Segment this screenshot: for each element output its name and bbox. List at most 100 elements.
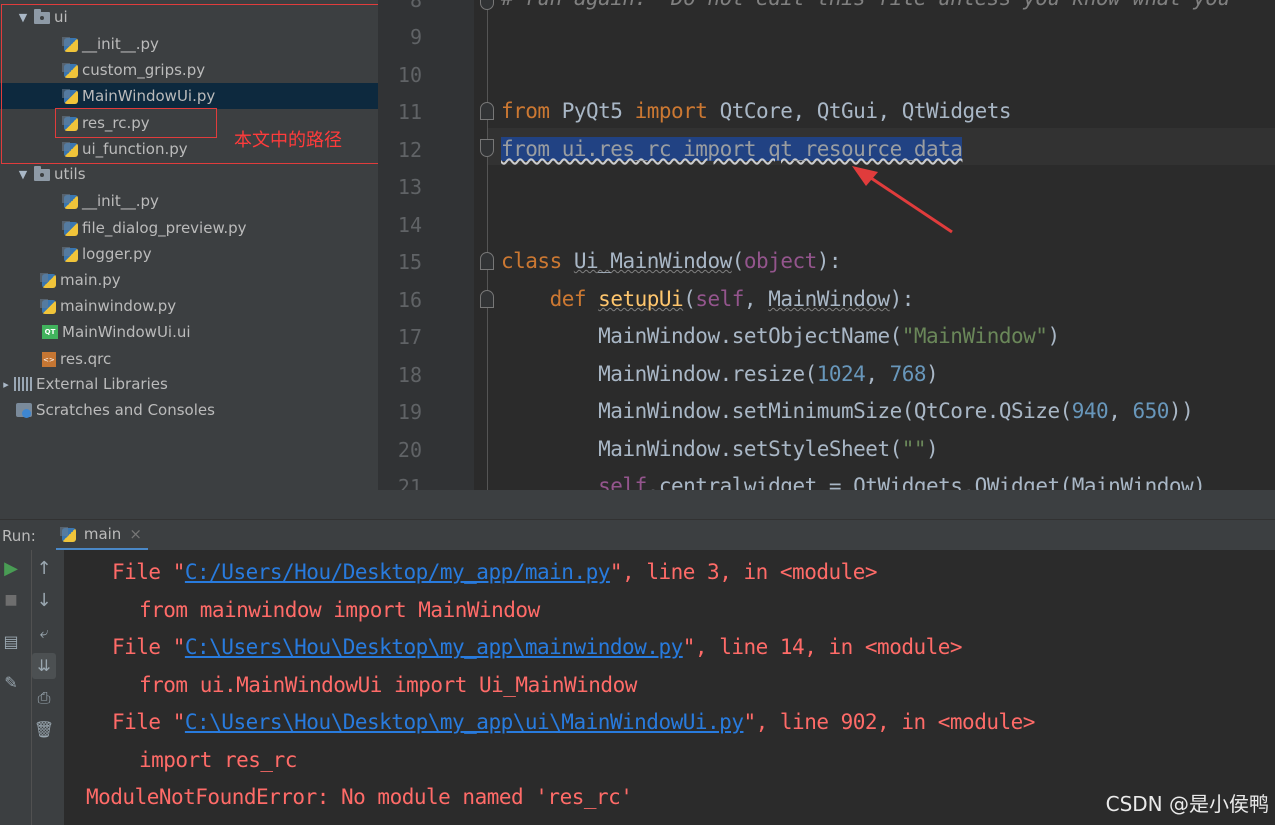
code-token: ( [683, 287, 696, 311]
watermark: CSDN @是小侯鸭 [1105, 792, 1269, 816]
file-link[interactable]: C:\Users\Hou\Desktop\my_app\ui\MainWindo… [185, 710, 744, 734]
self-token: self [598, 474, 647, 490]
code-line-11: from PyQt5 import QtCore, QtGui, QtWidge… [501, 99, 1012, 123]
tree-item-label: main.py [60, 271, 121, 289]
scroll-to-end-icon[interactable]: ⇊ [32, 653, 56, 679]
line-number: 21 [397, 475, 422, 490]
python-file-icon [40, 298, 56, 314]
close-tab-icon[interactable]: × [129, 525, 142, 543]
pin-icon[interactable]: ✎ [0, 673, 22, 692]
project-tree: ▼ ui __init__.py custom_grips.py MainWin… [0, 0, 378, 519]
run-toolbar: ▶ ■ ▤ ✎ ↑ ↓ ⤶ ⇊ ⎙ 🗑 [0, 550, 64, 825]
code-token: MainWindow.setMinimumSize(QtCore.QSize( [598, 399, 1072, 423]
code-token: , [865, 362, 890, 386]
tree-item-utils-init[interactable]: __init__.py [0, 188, 378, 214]
fold-marker-icon[interactable] [480, 139, 494, 157]
code-token: ) [926, 437, 939, 461]
up-arrow-icon[interactable]: ↑ [33, 558, 55, 579]
tree-item-mainwindowui-ui[interactable]: QT MainWindowUi.ui [0, 319, 378, 345]
annotation-box-res-rc [55, 108, 217, 138]
code-line-18: MainWindow.resize(1024, 768) [501, 362, 939, 386]
number: 650 [1132, 399, 1169, 423]
code-token: ) [926, 362, 939, 386]
code-token: ) [1047, 324, 1060, 348]
run-tab-main[interactable]: main × [55, 520, 148, 551]
tree-item-file-dialog-preview[interactable]: file_dialog_preview.py [0, 215, 378, 241]
expand-arrow-icon[interactable]: ▼ [16, 168, 30, 181]
line-number: 10 [397, 63, 422, 87]
run-tool-window-bar: Run: main × [0, 519, 1275, 551]
tree-item-res-qrc[interactable]: res.qrc [0, 346, 378, 372]
python-file-icon [62, 246, 78, 262]
layout-icon[interactable]: ▤ [0, 632, 22, 651]
fold-marker-icon[interactable] [480, 0, 494, 10]
folder-icon [34, 166, 50, 181]
error-line: ModuleNotFoundError: No module named 're… [86, 785, 633, 809]
fold-marker-icon[interactable] [480, 252, 494, 270]
line-number: 16 [397, 288, 422, 312]
code-line-16: def setupUi(self, MainWindow): [501, 287, 915, 311]
stop-icon[interactable]: ■ [0, 592, 22, 608]
soft-wrap-icon[interactable]: ⤶ [33, 623, 55, 643]
keyword: import [634, 99, 708, 123]
library-icon [14, 377, 32, 391]
console-text: " [743, 710, 756, 734]
gutter-border [487, 0, 488, 490]
keyword: from [501, 99, 550, 123]
tree-item-label: utils [54, 165, 86, 183]
fold-marker-icon[interactable] [480, 102, 494, 120]
code-editor[interactable]: 8 9 10 11 12 13 14 15 16 17 18 19 20 21 … [378, 0, 1275, 490]
tree-item-label: MainWindowUi.ui [62, 323, 191, 341]
number: 940 [1071, 399, 1109, 423]
print-icon[interactable]: ⎙ [33, 688, 55, 708]
toolbar-divider [31, 550, 32, 825]
function-name: setupUi [598, 287, 684, 311]
console-text: , line 3, in <module> [622, 560, 878, 584]
tree-item-label: file_dialog_preview.py [82, 219, 247, 237]
code-token: QtCore, QtGui, QtWidgets [707, 99, 1012, 123]
code-line-8: # run again. Do not edit this file unles… [501, 0, 1230, 10]
tree-item-mainwindow[interactable]: mainwindow.py [0, 293, 378, 319]
python-file-icon [59, 526, 76, 542]
trash-icon[interactable]: 🗑 [33, 720, 55, 739]
tree-item-label: __init__.py [82, 192, 159, 210]
console-text: File [112, 710, 173, 734]
line-number: 13 [397, 175, 422, 199]
python-file-icon [62, 220, 78, 236]
console-line: from mainwindow import MainWindow [139, 598, 540, 622]
rerun-icon[interactable]: ▶ [0, 558, 22, 579]
line-number: 19 [397, 400, 422, 424]
collapsed-arrow-icon[interactable]: ▸ [0, 378, 12, 391]
console-text: File [112, 635, 173, 659]
console-text: " [172, 560, 186, 584]
tree-item-external-libraries[interactable]: ▸ External Libraries [0, 371, 378, 397]
python-file-icon [62, 193, 78, 209]
fold-marker-icon[interactable] [480, 290, 494, 308]
keyword: class [501, 249, 562, 273]
code-line-15: class Ui_MainWindow(object): [501, 249, 842, 273]
console-line: File "C:\Users\Hou\Desktop\my_app\mainwi… [112, 635, 963, 659]
tree-item-scratches[interactable]: Scratches and Consoles [0, 397, 378, 423]
editor-horizontal-scrollbar[interactable] [378, 490, 1275, 519]
code-token: .centralwidget = QtWidgets.QWidget(MainW… [646, 474, 1206, 490]
line-number: 9 [409, 25, 422, 49]
string: "MainWindow" [901, 324, 1048, 348]
line-number: 20 [397, 438, 422, 462]
file-link[interactable]: C:/Users/Hou/Desktop/my_app/main.py [185, 560, 611, 584]
code-line-12: from ui.res_rc import qt_resource_data [501, 137, 963, 161]
console-line: import res_rc [139, 748, 297, 772]
console-text: " [172, 710, 186, 734]
class-name: Ui_MainWindow [573, 249, 732, 273]
code-token: , [743, 287, 769, 311]
file-link[interactable]: C:\Users\Hou\Desktop\my_app\mainwindow.p… [185, 635, 683, 659]
tree-folder-utils[interactable]: ▼ utils [0, 161, 378, 187]
console-line: from ui.MainWindowUi import Ui_MainWindo… [139, 673, 637, 697]
console-text: , line 902, in <module> [755, 710, 1036, 734]
console-text: " [609, 560, 623, 584]
annotation-label: 本文中的路径 [234, 130, 342, 151]
code-token: PyQt5 [549, 99, 635, 123]
tree-item-logger[interactable]: logger.py [0, 241, 378, 267]
down-arrow-icon[interactable]: ↓ [33, 590, 55, 611]
tree-item-main[interactable]: main.py [0, 267, 378, 293]
tree-item-label: Scratches and Consoles [36, 401, 215, 419]
